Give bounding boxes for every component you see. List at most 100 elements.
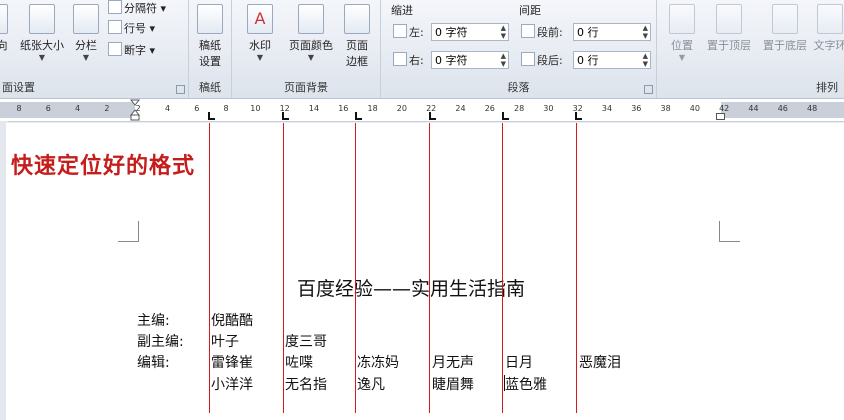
cell: 月无声 — [432, 355, 474, 371]
left-tab-stop-icon[interactable] — [429, 112, 436, 120]
hyphenation-icon — [108, 42, 122, 56]
spacing-before-value: 0 行 — [577, 26, 599, 39]
left-tab-stop-icon[interactable] — [282, 112, 289, 120]
spinner-arrows-icon[interactable]: ▲ ▼ — [643, 24, 648, 40]
ruler-tick-label: 16 — [338, 104, 349, 113]
bring-front-label: 置于顶层 — [707, 39, 751, 52]
ruler-tick-label: 6 — [194, 104, 200, 113]
indent-left-label: 左: — [393, 24, 424, 40]
indent-left-icon — [393, 24, 407, 38]
page-color-button[interactable]: 页面颜色 ▼ — [284, 4, 338, 62]
line-numbers-icon — [108, 20, 122, 34]
ruler-tick-label: 42 — [719, 104, 730, 113]
indent-left-text: 左: — [409, 26, 424, 39]
ruler-tick-label: 18 — [367, 104, 378, 113]
spacing-before-input[interactable]: 0 行 ▲ ▼ — [573, 23, 651, 41]
text-wrap-label: 文字环 — [813, 39, 844, 52]
watermark-label: 水印 — [249, 39, 271, 52]
breaks-icon — [108, 0, 122, 14]
ruler-tick-label: 2 — [104, 104, 110, 113]
hyphenation-button[interactable]: 断字 ▾ — [108, 42, 155, 58]
ruler-tick-label: 38 — [660, 104, 671, 113]
ruler-tick-label: 36 — [631, 104, 642, 113]
bring-front-button[interactable]: 置于顶层 — [703, 4, 755, 53]
group-page-setup: 向 纸张大小 ▼ 分栏 ▼ 分隔符 ▾ 行号 ▾ 断字 ▾ 面设置 — [0, 0, 189, 98]
cell: 逸凡 — [357, 377, 385, 393]
indent-right-input[interactable]: 0 字符 ▲ ▼ — [431, 51, 509, 69]
spacing-before-icon — [521, 24, 535, 38]
ruler-tick-label: 8 — [16, 104, 22, 113]
spacing-before-label: 段前: — [521, 24, 563, 40]
ruler-tick-label: 24 — [455, 104, 466, 113]
left-tab-stop-icon[interactable] — [208, 112, 215, 120]
columns-icon — [73, 4, 99, 34]
position-button[interactable]: 位置 ▼ — [667, 4, 697, 62]
line-numbers-button[interactable]: 行号 ▾ — [108, 20, 155, 36]
spacing-after-value: 0 行 — [577, 54, 599, 67]
group-label-manuscript: 稿纸 — [199, 81, 221, 94]
group-arrange: 位置 ▼ 置于顶层 置于底层 文字环 排列 — [657, 0, 844, 98]
spinner-arrows-icon[interactable]: ▲ ▼ — [643, 52, 648, 68]
cell: 叶子 — [211, 334, 239, 350]
page-border-icon — [344, 4, 370, 34]
spacing-after-label: 段后: — [521, 52, 563, 68]
watermark-icon: A — [247, 4, 273, 34]
page-border-label: 页面 边框 — [346, 39, 368, 68]
cell: 日月 — [505, 355, 533, 371]
spinner-arrows-icon[interactable]: ▲ ▼ — [501, 52, 506, 68]
left-tab-stop-icon[interactable] — [502, 112, 509, 120]
cell: 咗喋 — [285, 355, 313, 371]
position-label: 位置 — [671, 39, 693, 52]
chevron-down-icon: ▼ — [678, 53, 686, 62]
indent-left-input[interactable]: 0 字符 ▲ ▼ — [431, 23, 509, 41]
ruler-tick-label: 4 — [164, 104, 171, 113]
send-back-button[interactable]: 置于底层 — [759, 4, 811, 53]
columns-button[interactable]: 分栏 ▼ — [70, 4, 102, 62]
tab-guide-line — [355, 123, 356, 413]
tab-guide-line — [576, 123, 577, 413]
spinner-arrows-icon[interactable]: ▲ ▼ — [501, 24, 506, 40]
left-tab-stop-icon[interactable] — [355, 112, 362, 120]
ruler-tick-label: 10 — [250, 104, 261, 113]
text-wrap-button[interactable]: 文字环 — [813, 4, 844, 53]
hyphenation-label: 断字 — [124, 44, 146, 57]
columns-label: 分栏 — [75, 39, 97, 52]
partial-button[interactable]: 向 — [0, 4, 10, 53]
document-title: 百度经验——实用生活指南 — [297, 278, 526, 300]
partial-button-label: 向 — [0, 39, 8, 52]
watermark-button[interactable]: A 水印 ▼ — [244, 4, 276, 62]
cell: 无名指 — [285, 377, 327, 393]
indent-marker-icon[interactable] — [129, 99, 141, 121]
cell: 倪酷酷 — [211, 313, 253, 329]
page-border-button[interactable]: 页面 边框 — [342, 4, 372, 69]
manuscript-settings-button[interactable]: 稿纸 设置 — [193, 4, 227, 69]
dialog-launcher-icon[interactable] — [644, 85, 653, 94]
cell: 蓝色雅 — [505, 377, 547, 393]
right-margin-marker-icon[interactable] — [716, 113, 725, 120]
chevron-down-icon: ▼ — [256, 53, 264, 62]
spacing-after-input[interactable]: 0 行 ▲ ▼ — [573, 51, 651, 69]
breaks-button[interactable]: 分隔符 ▾ — [108, 0, 166, 16]
spacing-after-icon — [521, 52, 535, 66]
ruler-tick-label: 26 — [484, 104, 495, 113]
horizontal-ruler[interactable]: 8 6 4 2 2 4 6 8 10 12 14 16 18 20 22 24 26 28 30 32 34 36 38 40… — [0, 99, 844, 122]
send-back-icon — [772, 4, 798, 34]
page-size-button[interactable]: 纸张大小 ▼ — [14, 4, 70, 62]
cell: 恶魔泪 — [579, 355, 621, 371]
manuscript-label: 稿纸 设置 — [199, 39, 221, 68]
left-tab-stop-icon[interactable] — [575, 112, 582, 120]
page-size-icon — [29, 4, 55, 34]
indent-right-text: 右: — [409, 54, 424, 67]
cell: 度三哥 — [285, 334, 327, 350]
dialog-launcher-icon[interactable] — [176, 85, 185, 94]
position-icon — [669, 4, 695, 34]
indent-right-label: 右: — [393, 52, 424, 68]
row-label-deputy-editor: 副主编: — [137, 334, 184, 350]
send-back-label: 置于底层 — [763, 39, 807, 52]
group-label-arrange: 排列 — [816, 81, 838, 94]
ruler-tick-label: 14 — [308, 104, 320, 113]
ruler-tick-label: 8 — [223, 104, 229, 113]
indent-title: 缩进 — [391, 4, 413, 17]
tab-guide-line — [429, 123, 430, 413]
ruler-tick-label: 6 — [45, 104, 51, 113]
